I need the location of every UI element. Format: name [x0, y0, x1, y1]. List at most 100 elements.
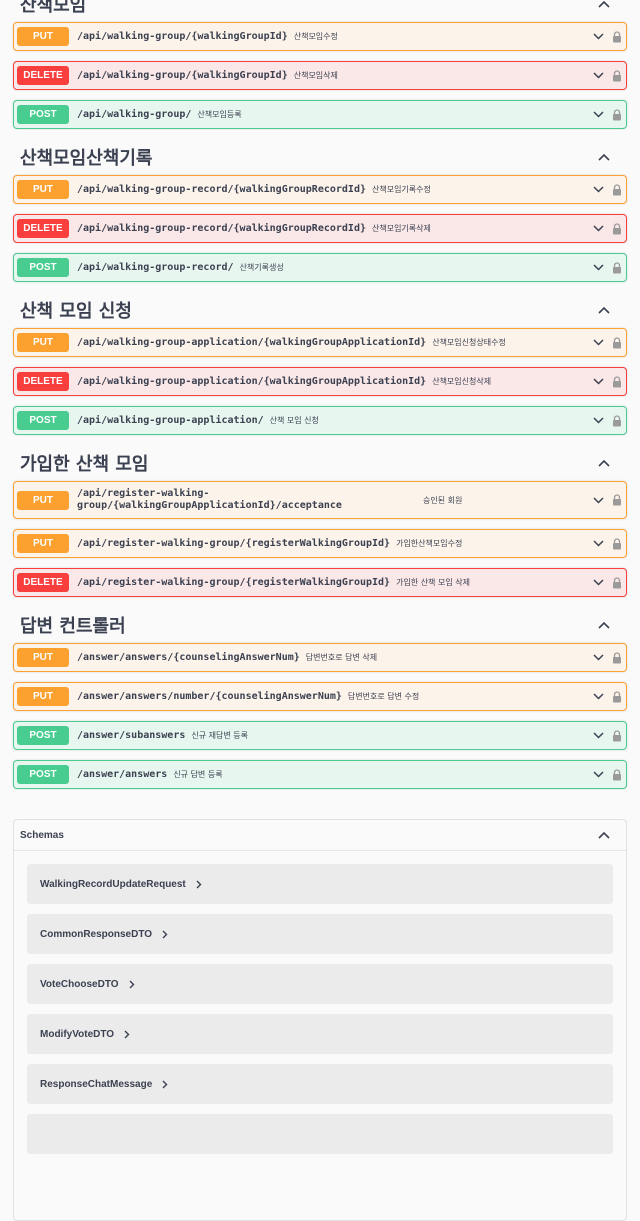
chevron-down-icon[interactable] [593, 72, 604, 79]
operation-controls [593, 414, 622, 427]
chevron-down-icon[interactable] [593, 771, 604, 778]
chevron-down-icon[interactable] [593, 186, 604, 193]
chevron-down-icon[interactable] [593, 339, 604, 346]
operation-post[interactable]: POST/api/walking-group/산책모임등록 [13, 100, 627, 129]
schema-model[interactable]: WalkingRecordUpdateRequest [27, 864, 613, 904]
lock-icon[interactable] [612, 69, 622, 82]
operation-summary: 산책모임삭제 [293, 71, 338, 80]
tag-section-header[interactable]: 산책모임산책기록 [0, 139, 640, 175]
tag-section-header[interactable]: 답변 컨트롤러 [0, 607, 640, 643]
operation-delete[interactable]: DELETE/api/walking-group-application/{wa… [13, 367, 627, 396]
operation-controls [593, 690, 622, 703]
operation-path: /api/walking-group/{walkingGroupId} [77, 70, 288, 81]
lock-icon[interactable] [612, 414, 622, 427]
operations-list: PUT/api/walking-group-record/{walkingGro… [0, 175, 640, 282]
operation-put[interactable]: PUT/api/walking-group-application/{walki… [13, 328, 627, 357]
method-badge: POST [17, 105, 69, 124]
chevron-down-icon[interactable] [593, 540, 604, 547]
chevron-up-icon[interactable] [594, 825, 614, 845]
chevron-down-icon[interactable] [593, 33, 604, 40]
schemas-header[interactable]: Schemas [14, 820, 626, 851]
operation-summary: 답변번호로 답변 삭제 [305, 653, 378, 662]
schema-name: VoteChooseDTO [40, 978, 119, 990]
lock-icon[interactable] [612, 768, 622, 781]
operation-post[interactable]: POST/answer/subanswers 신규 재답변 등록 [13, 721, 627, 750]
operation-put[interactable]: PUT/api/register-walking-group/{walkingG… [13, 481, 627, 519]
operation-controls [593, 576, 622, 589]
lock-icon[interactable] [612, 494, 622, 506]
chevron-right-icon[interactable] [162, 1080, 168, 1089]
tag-section-header[interactable]: 산책 모임 신청 [0, 292, 640, 328]
lock-icon[interactable] [612, 30, 622, 43]
operation-summary: 신규 답변 등록 [173, 770, 223, 779]
chevron-up-icon[interactable] [594, 300, 614, 320]
schema-model[interactable] [27, 1114, 613, 1154]
operation-delete[interactable]: DELETE/api/walking-group/{walkingGroupId… [13, 61, 627, 90]
chevron-down-icon[interactable] [593, 225, 604, 232]
operation-put[interactable]: PUT/api/walking-group-record/{walkingGro… [13, 175, 627, 204]
lock-icon[interactable] [612, 183, 622, 196]
lock-icon[interactable] [612, 729, 622, 742]
lock-icon[interactable] [612, 222, 622, 235]
chevron-down-icon[interactable] [593, 654, 604, 661]
chevron-up-icon[interactable] [594, 147, 614, 167]
operation-path: /api/walking-group-application/ [77, 415, 264, 426]
chevron-down-icon[interactable] [593, 496, 604, 504]
chevron-down-icon[interactable] [593, 732, 604, 739]
lock-icon[interactable] [612, 690, 622, 703]
method-badge: PUT [17, 333, 69, 352]
section-title: 산책모임 [20, 0, 87, 16]
lock-icon[interactable] [612, 336, 622, 349]
chevron-right-icon[interactable] [124, 1030, 130, 1039]
operation-delete[interactable]: DELETE/api/register-walking-group/{regis… [13, 568, 627, 597]
operation-post[interactable]: POST/answer/answers 신규 답변 등록 [13, 760, 627, 789]
operations-list: PUT/answer/answers/{counselingAnswerNum}… [0, 643, 640, 789]
chevron-down-icon[interactable] [593, 378, 604, 385]
operation-summary: 산책기록생성 [239, 263, 284, 272]
chevron-right-icon[interactable] [129, 980, 135, 989]
operation-put[interactable]: PUT/answer/answers/number/{counselingAns… [13, 682, 627, 711]
operation-controls [593, 537, 622, 550]
operation-delete[interactable]: DELETE/api/walking-group-record/{walking… [13, 214, 627, 243]
tag-section-header[interactable]: 산책모임 [0, 0, 640, 22]
chevron-down-icon[interactable] [593, 264, 604, 271]
lock-icon[interactable] [612, 375, 622, 388]
chevron-down-icon[interactable] [593, 693, 604, 700]
schema-model[interactable]: CommonResponseDTO [27, 914, 613, 954]
schema-model[interactable]: ResponseChatMessage [27, 1064, 613, 1104]
section-title: 산책모임산책기록 [20, 148, 153, 169]
operations-list: PUT/api/walking-group-application/{walki… [0, 328, 640, 435]
operation-put[interactable]: PUT/api/walking-group/{walkingGroupId} 산책… [13, 22, 627, 51]
schema-model[interactable]: VoteChooseDTO [27, 964, 613, 1004]
operation-path: /api/walking-group/{walkingGroupId} [77, 31, 288, 42]
lock-icon[interactable] [612, 537, 622, 550]
lock-icon[interactable] [612, 261, 622, 274]
chevron-up-icon[interactable] [594, 0, 614, 14]
operation-summary: 산책모임기록수정 [371, 185, 431, 194]
operation-summary: 답변번호로 답변 수정 [347, 692, 420, 701]
method-badge: DELETE [17, 219, 69, 238]
method-badge: POST [17, 726, 69, 745]
operation-put[interactable]: PUT/answer/answers/{counselingAnswerNum}… [13, 643, 627, 672]
chevron-down-icon[interactable] [593, 417, 604, 424]
schema-model[interactable]: ModifyVoteDTO [27, 1014, 613, 1054]
lock-icon[interactable] [612, 651, 622, 664]
operations-list: PUT/api/walking-group/{walkingGroupId} 산책… [0, 22, 640, 129]
chevron-up-icon[interactable] [594, 615, 614, 635]
chevron-right-icon[interactable] [196, 880, 202, 889]
chevron-down-icon[interactable] [593, 111, 604, 118]
chevron-up-icon[interactable] [594, 453, 614, 473]
lock-icon[interactable] [612, 108, 622, 121]
operation-summary: 산책모임등록 [197, 110, 242, 119]
tag-section-header[interactable]: 가입한 산책 모임 [0, 445, 640, 481]
method-badge: DELETE [17, 573, 69, 592]
lock-icon[interactable] [612, 576, 622, 589]
swagger-page: 산책모임 PUT/api/walking-group/{walkingGroupI… [0, 0, 640, 1221]
operation-path: /answer/answers/number/{counselingAnswer… [77, 691, 342, 702]
operation-controls [593, 69, 622, 82]
chevron-down-icon[interactable] [593, 579, 604, 586]
operation-put[interactable]: PUT/api/register-walking-group/{register… [13, 529, 627, 558]
chevron-right-icon[interactable] [162, 930, 168, 939]
operation-post[interactable]: POST/api/walking-group-record/산책기록생성 [13, 253, 627, 282]
operation-post[interactable]: POST/api/walking-group-application/산책 모임… [13, 406, 627, 435]
